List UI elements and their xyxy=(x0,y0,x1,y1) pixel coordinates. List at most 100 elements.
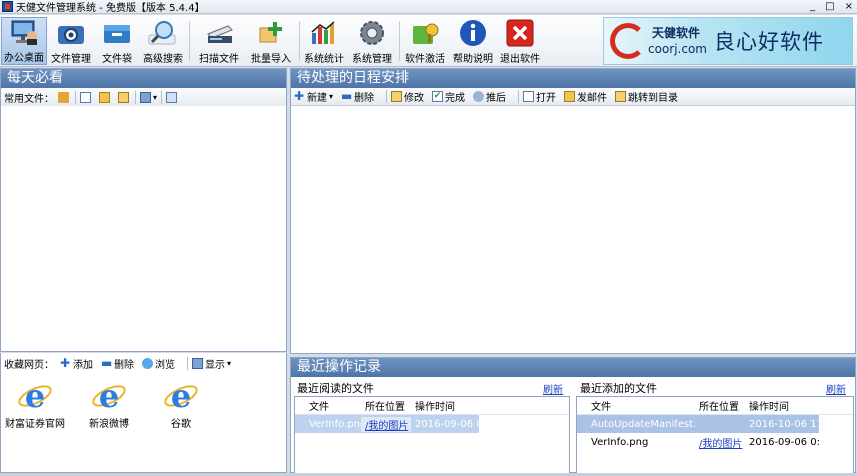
help-button[interactable]: 帮助说明 xyxy=(450,17,496,65)
add-favorite-button[interactable]: ✚ 添加 xyxy=(60,356,93,371)
refresh-added-link[interactable]: 刷新 xyxy=(826,381,846,396)
table-header: 文件 所在位置 操作时间 xyxy=(295,397,569,415)
schedule-title: 待处理的日程安排 xyxy=(291,69,855,88)
recent-read-table: 文件 所在位置 操作时间 VerInfo.png /我的图片 2016-09-0… xyxy=(294,396,570,474)
advanced-search-button[interactable]: 高级搜索 xyxy=(140,17,186,65)
exit-label: 退出软件 xyxy=(500,54,540,65)
postpone-schedule-button[interactable]: 推后 xyxy=(473,89,506,104)
favorite-site-label: 谷歌 xyxy=(171,419,191,430)
list-view-icon[interactable] xyxy=(166,91,178,103)
exit-icon xyxy=(505,19,535,47)
location-link[interactable]: /我的图片 xyxy=(695,435,745,450)
main-toolbar: 办公桌面 文件管理 文件袋 高级搜索 扫描文件 批量导入 系统统计 系统管理 软… xyxy=(0,15,857,67)
svg-text:e: e xyxy=(171,377,191,415)
folder-icon[interactable] xyxy=(118,91,129,103)
table-row[interactable]: AutoUpdateManifest.xml 2016-10-06 11:36 xyxy=(577,415,819,433)
chevron-down-icon[interactable]: ▾ xyxy=(153,93,157,102)
view-grid-icon[interactable] xyxy=(140,91,151,103)
chevron-down-icon: ▾ xyxy=(227,358,232,368)
maximize-button[interactable]: □ xyxy=(825,0,834,14)
separator xyxy=(135,90,136,104)
common-files-bar: 常用文件： ▾ xyxy=(1,88,286,106)
system-management-button[interactable]: 系统管理 xyxy=(350,17,394,65)
daily-title: 每天必看 xyxy=(1,69,286,88)
favorites-pane: 收藏网页： ✚ 添加 ▬ 删除 浏览 显示 ▾ e 财富证券官网 e 新浪微博 e 谷… xyxy=(0,353,287,473)
ie-browser-icon: e xyxy=(92,377,126,415)
refresh-read-link[interactable]: 刷新 xyxy=(543,381,563,396)
statistics-chart-icon xyxy=(309,19,339,47)
exit-button[interactable]: 退出软件 xyxy=(497,17,543,65)
system-management-label: 系统管理 xyxy=(352,54,392,65)
separator xyxy=(386,90,388,103)
document-icon xyxy=(523,91,535,102)
software-activation-button[interactable]: 软件激活 xyxy=(402,17,448,65)
desktop-button[interactable]: 办公桌面 xyxy=(1,17,47,65)
delete-favorite-button[interactable]: ▬ 删除 xyxy=(101,356,134,371)
column-header[interactable]: 所在位置 xyxy=(361,398,411,413)
column-header[interactable]: 文件 xyxy=(587,398,695,413)
ie-browser-icon: e xyxy=(18,377,52,415)
svg-text:e: e xyxy=(99,377,119,415)
schedule-pane: 待处理的日程安排 ✚ 新建 ▾ ▬ 删除 修改 ✔ 完成 推后 打开 发邮件 跳转到目录 xyxy=(290,68,856,354)
column-header[interactable]: 操作时间 xyxy=(411,398,481,413)
separator xyxy=(518,90,520,103)
file-bag-icon xyxy=(102,19,132,47)
recent-pane: 最近操作记录 最近阅读的文件 刷新 文件 所在位置 操作时间 VerInfo.p… xyxy=(290,357,856,474)
table-row[interactable]: VerInfo.png /我的图片 2016-09-06 0:14 xyxy=(295,415,479,433)
separator xyxy=(187,356,188,370)
desktop-label: 办公桌面 xyxy=(4,53,44,64)
system-statistics-button[interactable]: 系统统计 xyxy=(302,17,346,65)
document-icon[interactable] xyxy=(80,91,91,103)
delete-schedule-button[interactable]: ▬ 删除 xyxy=(341,89,374,104)
favorite-site-item[interactable]: e 新浪微博 xyxy=(79,377,139,430)
batch-import-label: 批量导入 xyxy=(251,54,291,65)
open-schedule-button[interactable]: 打开 xyxy=(523,89,556,104)
new-schedule-button[interactable]: ✚ 新建 ▾ xyxy=(294,89,333,104)
separator xyxy=(75,90,76,104)
mail-icon[interactable] xyxy=(99,91,110,103)
column-header[interactable]: 文件 xyxy=(305,398,361,413)
help-label: 帮助说明 xyxy=(453,54,493,65)
favorite-site-item[interactable]: e 财富证券官网 xyxy=(5,377,65,430)
ie-browser-icon: e xyxy=(164,377,198,415)
browse-favorite-button[interactable]: 浏览 xyxy=(142,356,175,371)
batch-import-button[interactable]: 批量导入 xyxy=(248,17,294,65)
desk-monitor-icon xyxy=(9,18,39,46)
check-icon: ✔ xyxy=(432,91,444,102)
column-header[interactable]: 所在位置 xyxy=(695,398,745,413)
system-statistics-label: 系统统计 xyxy=(304,54,344,65)
plus-icon: ✚ xyxy=(294,89,305,103)
common-files-label: 常用文件： xyxy=(4,93,54,105)
recent-added-title: 最近添加的文件 xyxy=(580,382,657,395)
minimize-button[interactable]: _ xyxy=(810,0,815,14)
home-folder-icon[interactable] xyxy=(58,91,69,103)
location-link[interactable]: /我的图片 xyxy=(361,416,411,432)
brand-logo-icon xyxy=(610,23,646,59)
column-header[interactable]: 操作时间 xyxy=(745,398,819,413)
scan-file-button[interactable]: 扫描文件 xyxy=(193,17,245,65)
complete-schedule-button[interactable]: ✔ 完成 xyxy=(432,89,465,104)
scanner-icon xyxy=(204,19,234,47)
file-management-button[interactable]: 文件管理 xyxy=(48,17,94,65)
favorite-site-label: 新浪微博 xyxy=(89,419,129,430)
close-button[interactable]: × xyxy=(845,0,853,14)
send-email-button[interactable]: 发邮件 xyxy=(564,89,607,104)
file-bag-button[interactable]: 文件袋 xyxy=(95,17,139,65)
table-row[interactable]: VerInfo.png /我的图片 2016-09-06 0:14 xyxy=(577,433,819,451)
software-activation-label: 软件激活 xyxy=(405,54,445,65)
display-favorite-button[interactable]: 显示 ▾ xyxy=(192,356,231,371)
window-title: 天健文件管理系统 - 免费版【版本 5.4.4】 xyxy=(16,3,205,14)
jump-to-folder-button[interactable]: 跳转到目录 xyxy=(615,89,678,104)
edit-schedule-button[interactable]: 修改 xyxy=(391,89,424,104)
mail-icon xyxy=(564,91,576,102)
minus-icon: ▬ xyxy=(101,355,113,370)
minus-icon: ▬ xyxy=(341,89,353,103)
favorites-label: 收藏网页： xyxy=(4,359,54,371)
system-gear-icon xyxy=(357,19,387,47)
brand-banner: 天健软件 coorj.com 良心好软件 xyxy=(603,17,853,65)
search-magnifier-icon xyxy=(148,19,178,47)
toolbar-separator xyxy=(399,21,400,61)
folder-icon xyxy=(615,91,627,102)
file-management-label: 文件管理 xyxy=(51,54,91,65)
favorite-site-item[interactable]: e 谷歌 xyxy=(151,377,211,430)
